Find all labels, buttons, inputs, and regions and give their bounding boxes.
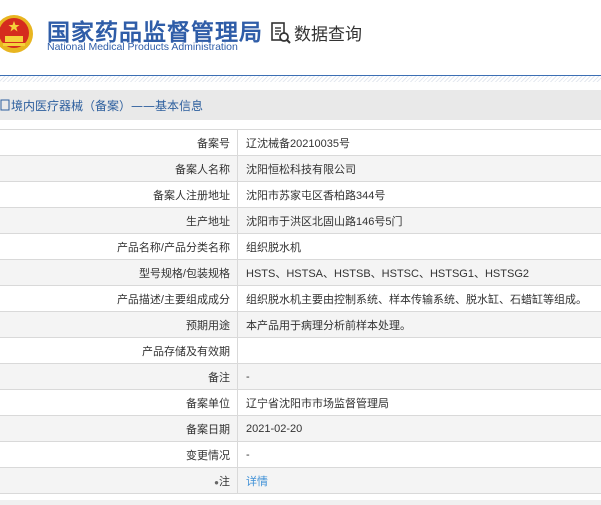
field-value: HSTS、HSTSA、HSTSB、HSTSC、HSTSG1、HSTSG2 <box>237 259 601 286</box>
field-label-text: 产品存储及有效期 <box>142 345 230 358</box>
field-label: 备案日期 <box>0 415 238 442</box>
field-label: 型号规格/包装规格 <box>0 259 238 286</box>
field-value-text: 组织脱水机 <box>246 241 301 254</box>
data-query-label: 数据查询 <box>294 25 362 45</box>
table-row: 变更情况 - <box>0 441 601 468</box>
field-label-text: 预期用途 <box>186 319 230 332</box>
field-label: 变更情况 <box>0 441 238 468</box>
field-label-text: 变更情况 <box>186 449 230 462</box>
field-value: 沈阳市于洪区北固山路146号5门 <box>237 207 601 234</box>
field-value-text: HSTS、HSTSA、HSTSB、HSTSC、HSTSG1、HSTSG2 <box>246 267 529 280</box>
field-label: ●注 <box>0 467 238 494</box>
table-row: 备注 - <box>0 363 601 390</box>
field-label-text: 备案人注册地址 <box>153 189 230 202</box>
table-row: 产品存储及有效期 <box>0 337 601 364</box>
field-value: 本产品用于病理分析前样本处理。 <box>237 311 601 338</box>
field-label-text: 备案日期 <box>186 423 230 436</box>
field-label: 产品名称/产品分类名称 <box>0 233 238 260</box>
section-title: 境内医疗器械（备案）——基本信息 <box>11 98 204 113</box>
national-emblem-icon <box>0 15 33 53</box>
field-label: 产品描述/主要组成成分 <box>0 285 238 312</box>
data-query-link[interactable]: 数据查询 <box>270 20 362 45</box>
field-value-text: 辽沈械备20210035号 <box>246 137 350 150</box>
field-value-text: 本产品用于病理分析前样本处理。 <box>246 319 411 332</box>
field-label-text: 备注 <box>208 371 230 384</box>
field-value-text: - <box>246 448 250 461</box>
table-row: 备案人名称 沈阳恒松科技有限公司 <box>0 155 601 182</box>
site-header: 国家药品监督管理局 National Medical Products Admi… <box>0 0 601 75</box>
document-icon <box>0 99 10 111</box>
field-label-text: 产品名称/产品分类名称 <box>116 241 230 254</box>
field-value-text: - <box>246 370 250 383</box>
field-label-text: 生产地址 <box>186 215 230 228</box>
table-row: 型号规格/包装规格 HSTS、HSTSA、HSTSB、HSTSC、HSTSG1、H… <box>0 259 601 286</box>
field-label: 备注 <box>0 363 238 390</box>
field-label-text: 备案单位 <box>186 397 230 410</box>
field-label: 备案号 <box>0 129 238 156</box>
table-row: 产品名称/产品分类名称 组织脱水机 <box>0 233 601 260</box>
field-value-text: 沈阳市苏家屯区香柏路344号 <box>246 189 386 202</box>
field-label: 预期用途 <box>0 311 238 338</box>
field-label-text: 产品描述/主要组成成分 <box>116 293 230 306</box>
field-value: 2021-02-20 <box>237 415 601 442</box>
field-value: 沈阳恒松科技有限公司 <box>237 155 601 182</box>
field-value <box>237 337 601 364</box>
field-label: 生产地址 <box>0 207 238 234</box>
field-value-text: 组织脱水机主要由控制系统、样本传输系统、脱水缸、石蜡缸等组成。 <box>246 293 587 306</box>
table-row: 备案日期 2021-02-20 <box>0 415 601 442</box>
field-label-text: 备案号 <box>197 137 230 150</box>
table-row: ●注 详情 <box>0 467 601 494</box>
field-label: 备案单位 <box>0 389 238 416</box>
header-pattern <box>0 76 601 82</box>
field-value-text: 2021-02-20 <box>246 422 303 435</box>
field-value: 辽沈械备20210035号 <box>237 129 601 156</box>
table-row: 备案号 辽沈械备20210035号 <box>0 129 601 156</box>
section-header: 境内医疗器械（备案）——基本信息 <box>0 90 601 120</box>
field-label-text: 注 <box>219 475 230 488</box>
field-value-text: 辽宁省沈阳市市场监督管理局 <box>246 397 389 410</box>
agency-subtitle: National Medical Products Administration <box>47 41 238 53</box>
table-row: 备案人注册地址 沈阳市苏家屯区香柏路344号 <box>0 181 601 208</box>
field-value: - <box>237 441 601 468</box>
footer-band <box>0 500 601 505</box>
field-label: 备案人注册地址 <box>0 181 238 208</box>
field-label: 备案人名称 <box>0 155 238 182</box>
field-value: 组织脱水机主要由控制系统、样本传输系统、脱水缸、石蜡缸等组成。 <box>237 285 601 312</box>
field-value: 组织脱水机 <box>237 233 601 260</box>
field-label: 产品存储及有效期 <box>0 337 238 364</box>
detail-table: 备案号 辽沈械备20210035号 备案人名称 沈阳恒松科技有限公司 备案人注册地址 沈阳… <box>0 129 601 494</box>
field-value-text: 沈阳恒松科技有限公司 <box>246 163 356 176</box>
field-value-text: 沈阳市于洪区北固山路146号5门 <box>246 215 403 228</box>
document-search-icon <box>271 21 291 44</box>
field-value: - <box>237 363 601 390</box>
details-link[interactable]: 详情 <box>246 476 268 488</box>
table-row: 产品描述/主要组成成分 组织脱水机主要由控制系统、样本传输系统、脱水缸、石蜡缸等组… <box>0 285 601 312</box>
table-row: 预期用途 本产品用于病理分析前样本处理。 <box>0 311 601 338</box>
field-label-text: 型号规格/包装规格 <box>138 267 230 280</box>
field-value: 详情 <box>237 467 601 494</box>
table-row: 备案单位 辽宁省沈阳市市场监督管理局 <box>0 389 601 416</box>
table-row: 生产地址 沈阳市于洪区北固山路146号5门 <box>0 207 601 234</box>
field-value: 沈阳市苏家屯区香柏路344号 <box>237 181 601 208</box>
field-label-text: 备案人名称 <box>175 163 230 176</box>
field-value: 辽宁省沈阳市市场监督管理局 <box>237 389 601 416</box>
